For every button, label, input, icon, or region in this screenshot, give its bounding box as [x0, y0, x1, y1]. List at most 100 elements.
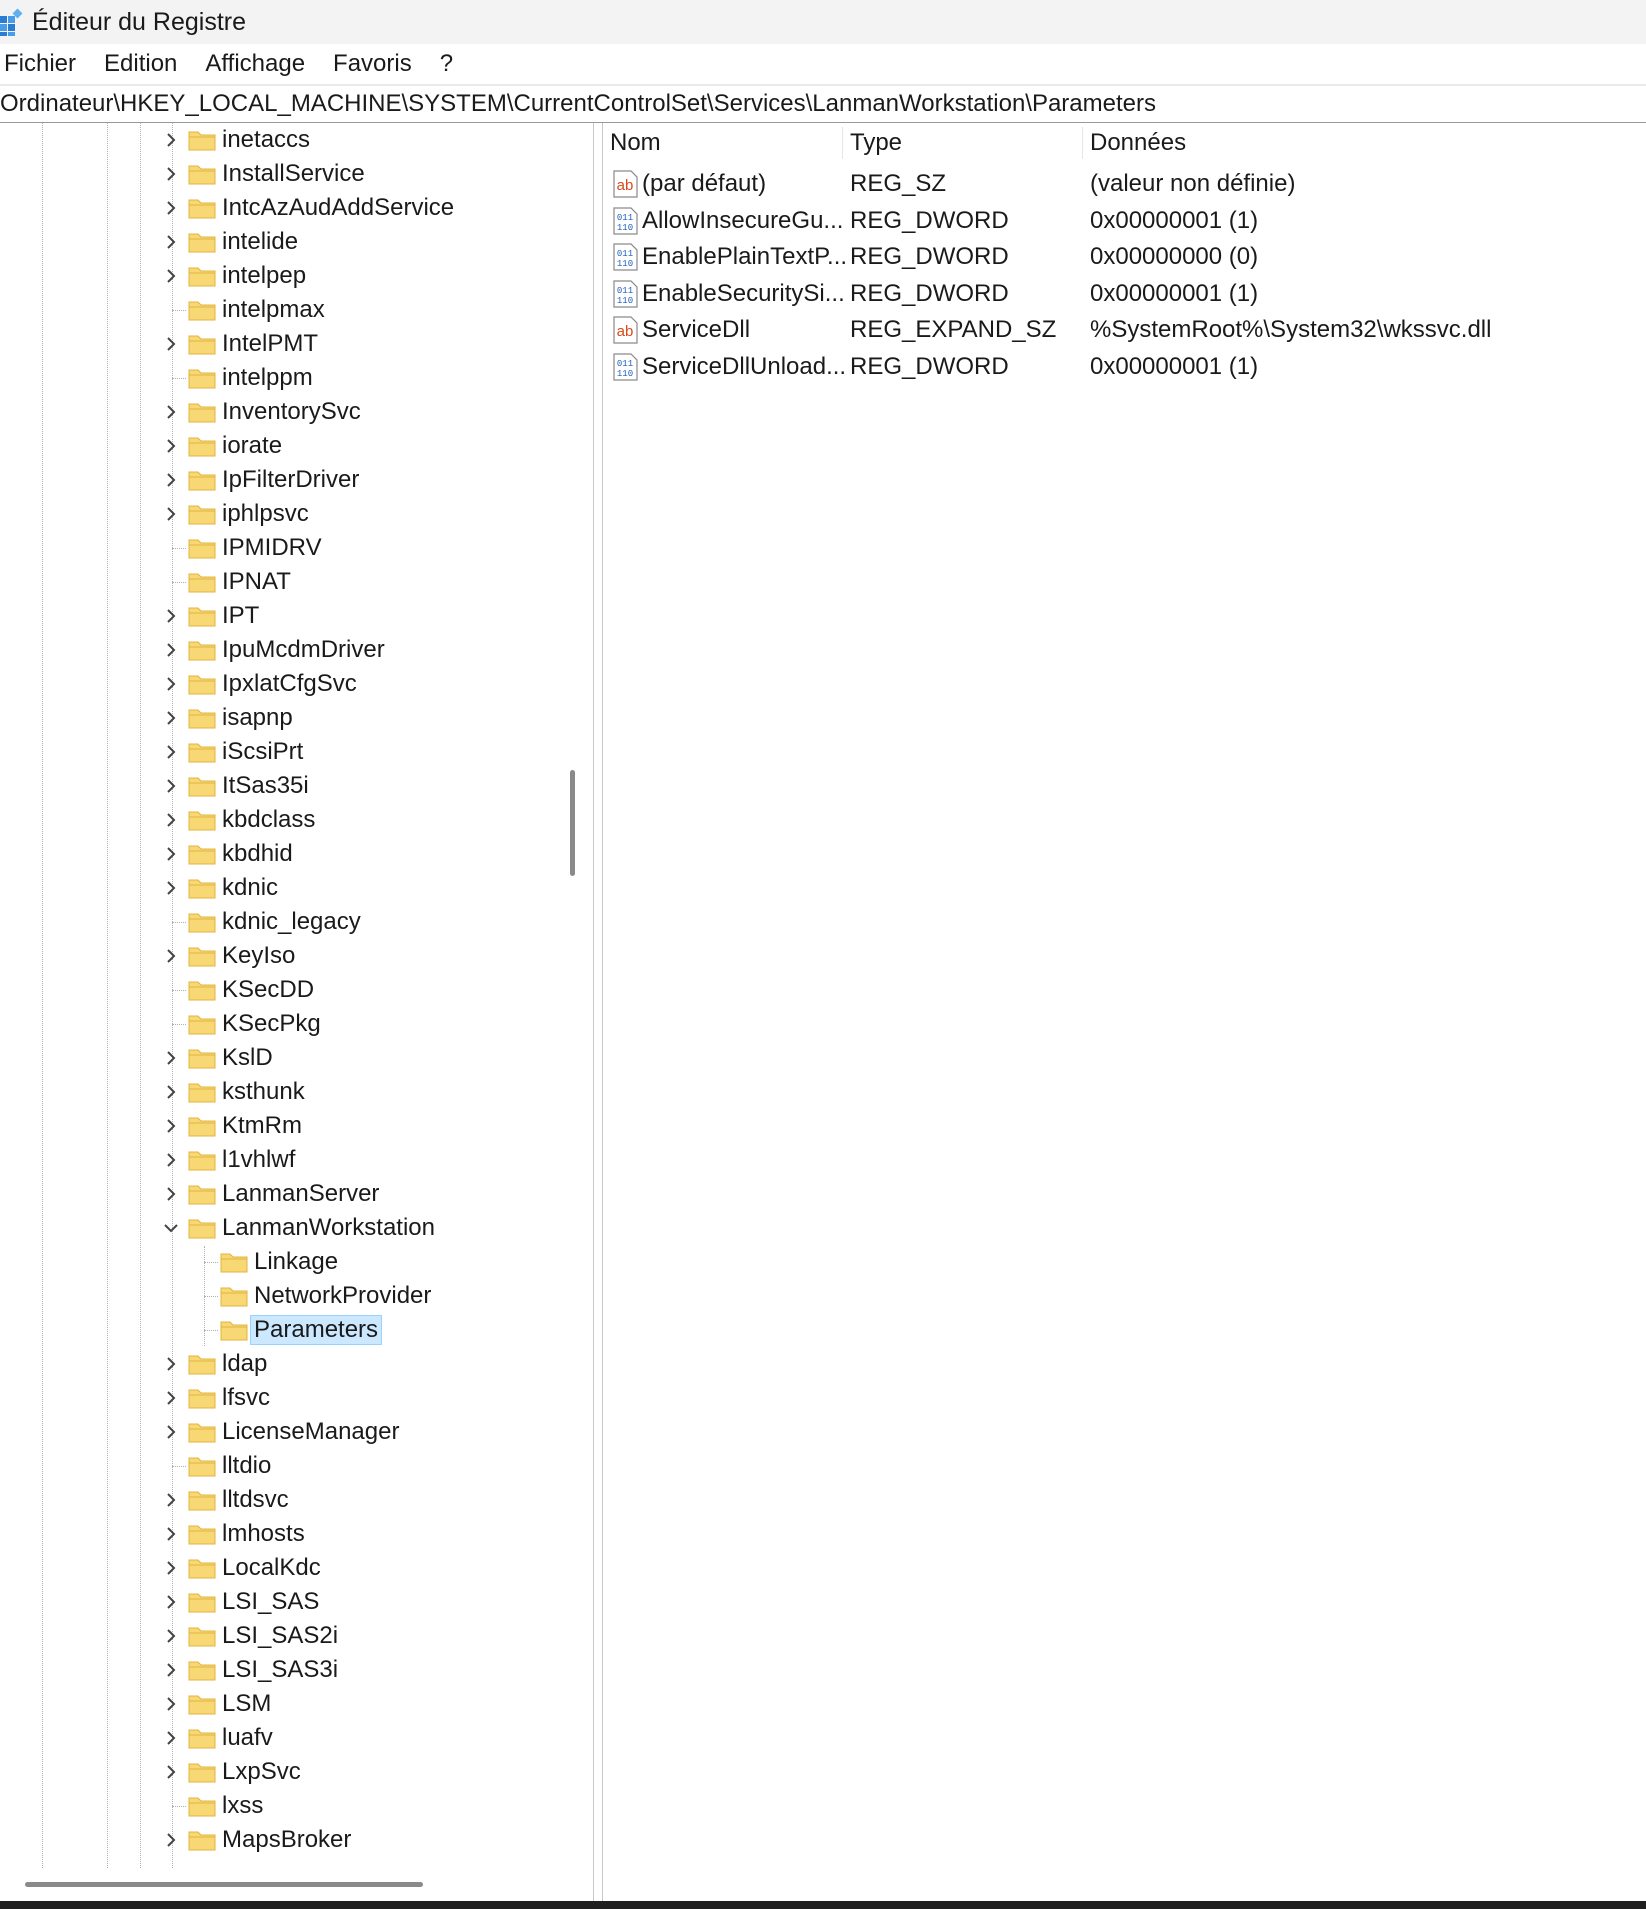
- tree-item[interactable]: MapsBroker: [188, 1823, 351, 1857]
- chevron-right-icon[interactable]: [162, 879, 180, 897]
- tree-item[interactable]: intelpep: [188, 259, 306, 293]
- menu-affichage[interactable]: Affichage: [201, 50, 319, 78]
- column-header-type[interactable]: Type: [850, 123, 902, 163]
- tree-item[interactable]: KSecPkg: [188, 1007, 321, 1041]
- value-row[interactable]: ab (par défaut) REG_SZ (valeur non définie…: [602, 166, 1646, 202]
- tree-item[interactable]: luafv: [188, 1721, 273, 1755]
- tree-item[interactable]: LanmanServer: [188, 1177, 379, 1211]
- values-list[interactable]: Nom Type Données ab (par défaut) REG_SZ (v…: [602, 123, 1646, 1909]
- chevron-right-icon[interactable]: [162, 811, 180, 829]
- tree-item[interactable]: KeyIso: [188, 939, 295, 973]
- chevron-right-icon[interactable]: [162, 1355, 180, 1373]
- chevron-right-icon[interactable]: [162, 1151, 180, 1169]
- chevron-right-icon[interactable]: [162, 1627, 180, 1645]
- tree-item[interactable]: InstallService: [188, 157, 365, 191]
- chevron-right-icon[interactable]: [162, 1525, 180, 1543]
- tree-item[interactable]: LanmanWorkstation: [188, 1211, 435, 1245]
- key-tree[interactable]: inetaccs InstallService IntcAzAudAddServ…: [0, 123, 558, 1868]
- column-divider[interactable]: [842, 127, 843, 159]
- column-header-data[interactable]: Données: [1090, 123, 1186, 163]
- tree-item[interactable]: KtmRm: [188, 1109, 302, 1143]
- tree-item[interactable]: kdnic: [188, 871, 278, 905]
- tree-item[interactable]: ldap: [188, 1347, 267, 1381]
- tree-item[interactable]: IpxlatCfgSvc: [188, 667, 357, 701]
- chevron-right-icon[interactable]: [162, 199, 180, 217]
- tree-item[interactable]: IPNAT: [188, 565, 291, 599]
- value-row[interactable]: ab ServiceDll REG_EXPAND_SZ %SystemRoot%\S…: [602, 312, 1646, 348]
- chevron-right-icon[interactable]: [162, 335, 180, 353]
- tree-item[interactable]: LSI_SAS: [188, 1585, 319, 1619]
- tree-item[interactable]: iphlpsvc: [188, 497, 309, 531]
- chevron-right-icon[interactable]: [162, 165, 180, 183]
- tree-item[interactable]: isapnp: [188, 701, 293, 735]
- chevron-right-icon[interactable]: [162, 403, 180, 421]
- tree-item[interactable]: NetworkProvider: [220, 1279, 431, 1313]
- chevron-right-icon[interactable]: [162, 1593, 180, 1611]
- tree-item[interactable]: IpFilterDriver: [188, 463, 359, 497]
- tree-item[interactable]: kbdhid: [188, 837, 293, 871]
- chevron-right-icon[interactable]: [162, 267, 180, 285]
- tree-item[interactable]: LicenseManager: [188, 1415, 399, 1449]
- chevron-right-icon[interactable]: [162, 675, 180, 693]
- tree-item[interactable]: lmhosts: [188, 1517, 305, 1551]
- tree-item[interactable]: iScsiPrt: [188, 735, 303, 769]
- chevron-right-icon[interactable]: [162, 1117, 180, 1135]
- value-row[interactable]: 011 110 ServiceDllUnload... REG_DWORD 0x00…: [602, 349, 1646, 385]
- tree-item[interactable]: IntelPMT: [188, 327, 318, 361]
- tree-item[interactable]: iorate: [188, 429, 282, 463]
- chevron-right-icon[interactable]: [162, 233, 180, 251]
- tree-item[interactable]: intelppm: [188, 361, 313, 395]
- tree-item[interactable]: intelide: [188, 225, 298, 259]
- tree-item[interactable]: LSM: [188, 1687, 271, 1721]
- menu-fichier[interactable]: Fichier: [0, 50, 90, 78]
- chevron-right-icon[interactable]: [162, 641, 180, 659]
- tree-item[interactable]: lxss: [188, 1789, 263, 1823]
- chevron-right-icon[interactable]: [162, 1083, 180, 1101]
- tree-item[interactable]: IntcAzAudAddService: [188, 191, 454, 225]
- tree-item[interactable]: ItSas35i: [188, 769, 309, 803]
- chevron-right-icon[interactable]: [162, 1423, 180, 1441]
- address-bar[interactable]: Ordinateur\HKEY_LOCAL_MACHINE\SYSTEM\Cur…: [0, 86, 1646, 123]
- tree-item[interactable]: l1vhlwf: [188, 1143, 295, 1177]
- tree-item[interactable]: ksthunk: [188, 1075, 305, 1109]
- tree-item[interactable]: kdnic_legacy: [188, 905, 361, 939]
- chevron-right-icon[interactable]: [162, 709, 180, 727]
- chevron-right-icon[interactable]: [162, 1049, 180, 1067]
- chevron-down-icon[interactable]: [162, 1219, 180, 1237]
- tree-item[interactable]: IPMIDRV: [188, 531, 322, 565]
- menu-edition[interactable]: Edition: [100, 50, 191, 78]
- chevron-right-icon[interactable]: [162, 1491, 180, 1509]
- value-row[interactable]: 011 110 EnablePlainTextP... REG_DWORD 0x00…: [602, 239, 1646, 275]
- menu-favoris[interactable]: Favoris: [329, 50, 426, 78]
- column-divider[interactable]: [1082, 127, 1083, 159]
- tree-item[interactable]: LSI_SAS2i: [188, 1619, 338, 1653]
- chevron-right-icon[interactable]: [162, 1831, 180, 1849]
- tree-item[interactable]: Parameters: [220, 1313, 383, 1347]
- tree-item[interactable]: KSecDD: [188, 973, 314, 1007]
- tree-item[interactable]: InventorySvc: [188, 395, 361, 429]
- tree-item[interactable]: KslD: [188, 1041, 273, 1075]
- chevron-right-icon[interactable]: [162, 1559, 180, 1577]
- chevron-right-icon[interactable]: [162, 1729, 180, 1747]
- tree-horizontal-scrollbar[interactable]: [25, 1882, 423, 1887]
- tree-item[interactable]: LSI_SAS3i: [188, 1653, 338, 1687]
- menu-help[interactable]: ?: [436, 50, 467, 78]
- chevron-right-icon[interactable]: [162, 947, 180, 965]
- tree-item[interactable]: lltdsvc: [188, 1483, 289, 1517]
- tree-item[interactable]: LocalKdc: [188, 1551, 321, 1585]
- tree-item[interactable]: lfsvc: [188, 1381, 270, 1415]
- tree-vertical-scrollbar[interactable]: [570, 770, 575, 876]
- chevron-right-icon[interactable]: [162, 1661, 180, 1679]
- column-header-name[interactable]: Nom: [610, 123, 661, 163]
- tree-item[interactable]: IPT: [188, 599, 259, 633]
- tree-item[interactable]: intelpmax: [188, 293, 325, 327]
- chevron-right-icon[interactable]: [162, 777, 180, 795]
- tree-item[interactable]: Linkage: [220, 1245, 338, 1279]
- chevron-right-icon[interactable]: [162, 743, 180, 761]
- chevron-right-icon[interactable]: [162, 131, 180, 149]
- chevron-right-icon[interactable]: [162, 437, 180, 455]
- tree-item[interactable]: LxpSvc: [188, 1755, 301, 1789]
- tree-item[interactable]: kbdclass: [188, 803, 315, 837]
- chevron-right-icon[interactable]: [162, 1695, 180, 1713]
- tree-item[interactable]: inetaccs: [188, 123, 310, 157]
